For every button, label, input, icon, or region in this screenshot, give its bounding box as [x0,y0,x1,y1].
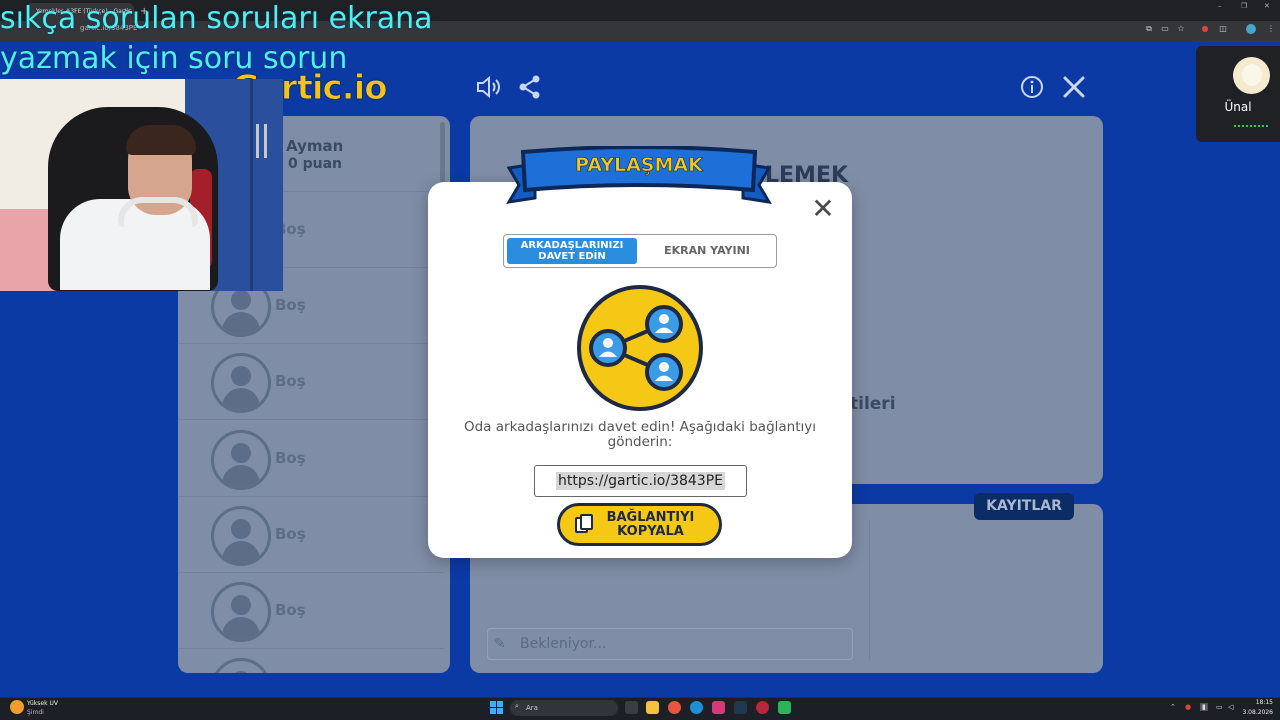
avatar [211,430,271,490]
instagram-icon[interactable] [712,701,725,714]
invite-link-field[interactable]: https://gartic.io/3843PE [534,465,747,497]
tray-mic-icon[interactable]: ▮ [1200,703,1208,711]
restore-icon[interactable]: ❐ [1241,2,1247,10]
weather-subtitle: Şimdi [27,709,44,716]
player-name: Boş [275,525,306,543]
webcam-overlay [0,79,283,291]
chrome-icon[interactable] [668,701,681,714]
player-name: Boş [275,601,306,619]
bookmark-star-icon[interactable]: ☆ [1176,24,1186,34]
player-name: Ayman [286,137,344,155]
player-row: Boş [178,421,444,497]
modal-title-ribbon: PAYLAŞMAK [505,145,773,206]
edge-icon[interactable] [690,701,703,714]
tray-chevron-icon[interactable]: ⌃ [1170,703,1176,711]
window-close-icon[interactable]: ✕ [1264,2,1270,10]
task-view-icon[interactable] [625,701,638,714]
taskbar-clock[interactable]: 18:15 [1245,699,1273,706]
extension-icon[interactable]: ● [1200,24,1210,34]
meet-participant-tile[interactable] [1196,46,1280,142]
taskbar-search[interactable]: Ara [510,700,618,716]
player-row: Boş [178,497,444,573]
participant-name: Ünal [1224,100,1252,114]
participant-avatar [1233,57,1270,94]
steam-icon[interactable] [734,701,747,714]
invite-link[interactable]: https://gartic.io/3843PE [555,472,726,490]
overlay-caption-line1: sıkça sorulan soruları ekrana [0,1,433,36]
player-points: 0 puan [288,156,343,172]
avatar [211,353,271,413]
avatar [211,506,271,566]
avatar [211,582,271,642]
minimize-icon[interactable]: – [1218,2,1222,10]
player-name: Boş [275,296,306,314]
app-icon[interactable] [756,701,769,714]
profile-icon[interactable] [1246,24,1256,34]
modal-title: PAYLAŞMAK [575,154,703,177]
tray-app-icon[interactable]: ● [1185,703,1191,711]
pencil-icon: ✎ [494,636,506,652]
tab-screen-stream[interactable]: EKRAN YAYINI [640,238,774,264]
avatar [211,658,271,673]
tray-volume-icon[interactable]: ◁ [1228,703,1233,711]
browser-menu-icon[interactable]: ⋮ [1266,24,1276,34]
share-people-icon [576,284,704,412]
weather-sun-icon[interactable] [10,700,24,714]
player-name: Boş [275,449,306,467]
overlay-caption-line2: yazmak için soru sorun [0,41,348,76]
copy-icon [575,514,593,534]
cast-icon[interactable]: ▭ [1160,24,1170,34]
extensions-puzzle-icon[interactable]: ◫ [1218,24,1228,34]
close-icon[interactable] [1061,74,1087,100]
speaker-icon[interactable] [475,74,501,100]
translate-icon[interactable]: ⧉ [1144,24,1154,34]
main-text-ghost: tileri [850,394,896,414]
records-tab[interactable]: KAYITLAR [974,493,1074,520]
taskbar-date[interactable]: 3.08.2026 [1237,709,1273,716]
info-icon[interactable] [1019,74,1045,100]
weather-title[interactable]: Yüksek UV [27,700,58,707]
answer-input[interactable]: Bekleniyor... [487,628,853,660]
file-explorer-icon[interactable] [646,701,659,714]
invite-text: Oda arkadaşlarınızı davet edin! Aşağıdak… [463,419,816,450]
whatsapp-icon[interactable] [778,701,791,714]
player-row: Boş [178,573,444,649]
player-row: Boş [178,344,444,420]
chat-divider [869,520,870,660]
windows-start-icon[interactable] [490,701,503,714]
tab-invite-friends[interactable]: ARKADAŞLARINIZI DAVET EDİN [507,238,637,264]
modal-close-icon[interactable]: ✕ [810,195,836,223]
share-icon[interactable] [517,74,543,100]
player-name: Boş [275,372,306,390]
player-row [178,649,444,673]
tray-network-icon[interactable]: ▭ [1216,703,1223,711]
windows-taskbar [0,697,1280,720]
audio-level-indicator [1234,125,1268,127]
search-icon: ⌕ [515,702,519,710]
